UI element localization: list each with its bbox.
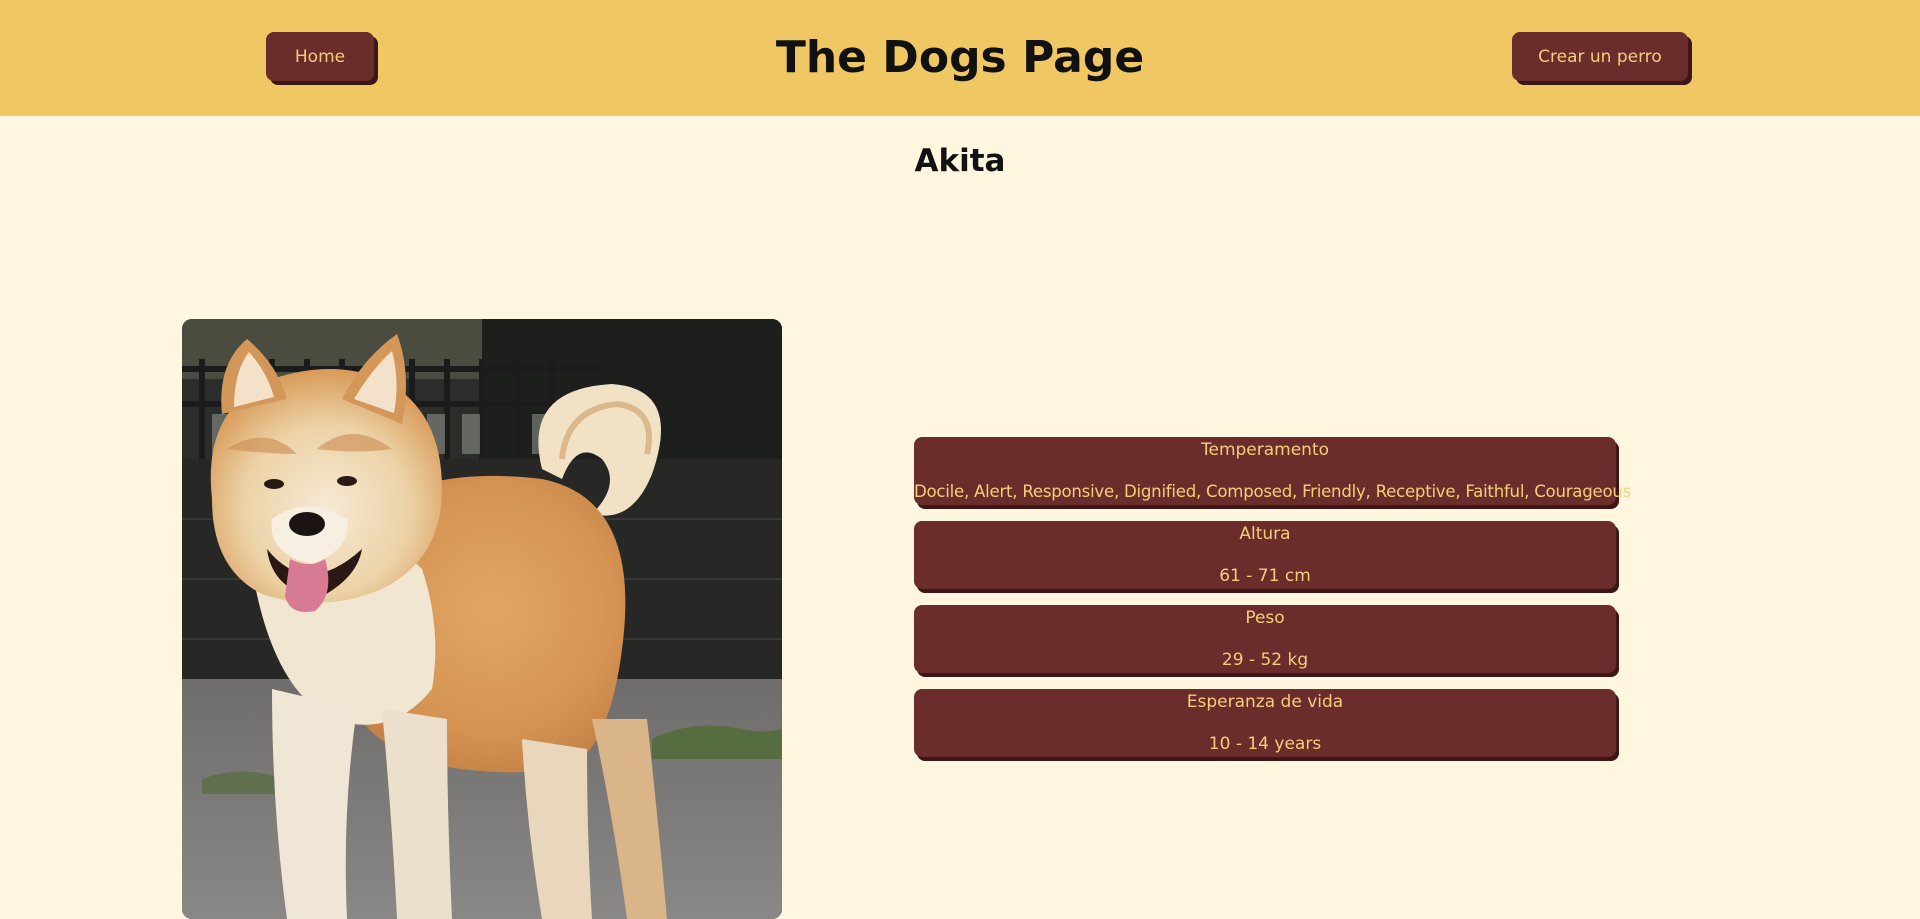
height-card: Altura 61 - 71 cm — [914, 521, 1616, 589]
weight-card: Peso 29 - 52 kg — [914, 605, 1616, 673]
temperament-label: Temperamento — [1200, 440, 1330, 460]
weight-label: Peso — [1245, 608, 1285, 628]
breed-name: Akita — [914, 143, 1006, 179]
site-title: The Dogs Page — [775, 32, 1145, 83]
life-expectancy-value: 10 - 14 years — [1208, 734, 1322, 754]
weight-value: 29 - 52 kg — [1221, 650, 1309, 670]
temperament-card: Temperamento Docile, Alert, Responsive, … — [914, 437, 1632, 505]
site-header: Home The Dogs Page Crear un perro — [0, 0, 1920, 116]
height-value: 61 - 71 cm — [1219, 566, 1311, 586]
temperament-value: Docile, Alert, Responsive, Dignified, Co… — [914, 482, 1632, 501]
life-expectancy-card: Esperanza de vida 10 - 14 years — [914, 689, 1616, 757]
height-label: Altura — [1239, 524, 1291, 544]
life-expectancy-label: Esperanza de vida — [1186, 692, 1344, 712]
dog-photo — [182, 319, 782, 919]
create-dog-button[interactable]: Crear un perro — [1512, 32, 1688, 81]
home-button[interactable]: Home — [266, 32, 374, 81]
